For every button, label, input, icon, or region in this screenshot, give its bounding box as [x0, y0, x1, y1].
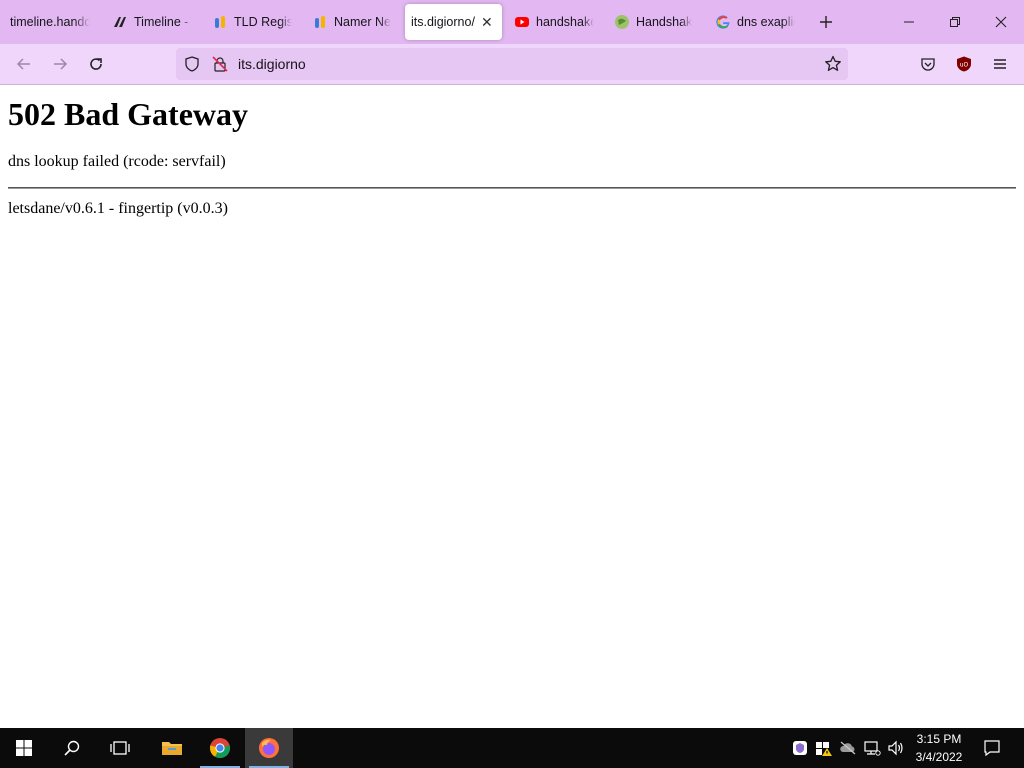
tab-label: Timeline - |: [134, 15, 192, 29]
connection-warning-icon[interactable]: [212, 56, 228, 77]
tab-label: TLD Regist: [234, 15, 292, 29]
google-icon: [715, 14, 731, 30]
server-signature: letsdane/v0.6.1 - fingertip (v0.0.3): [8, 200, 228, 217]
forward-button[interactable]: [46, 50, 74, 78]
page-content: 502 Bad Gateway dns lookup failed (rcode…: [8, 85, 1016, 219]
tab-label: Handshak: [636, 15, 693, 29]
windows-security-warning-icon[interactable]: [814, 738, 834, 758]
tab-label: its.digiorno/: [411, 15, 475, 29]
tab-label: timeline.handd: [10, 15, 90, 29]
close-tab-icon[interactable]: ✕: [481, 14, 493, 31]
tab-timeline[interactable]: Timeline - |: [106, 4, 198, 40]
file-explorer-button[interactable]: [148, 728, 196, 768]
task-view-button[interactable]: [96, 728, 144, 768]
tab-tld-regist[interactable]: TLD Regist: [206, 4, 298, 40]
plus-icon: [820, 16, 832, 28]
new-tab-button[interactable]: [812, 8, 840, 36]
clock-date: 3/4/2022: [915, 750, 963, 764]
file-explorer-icon: [162, 742, 182, 755]
onedrive-offline-icon[interactable]: [838, 738, 858, 758]
tab-label: handshake: [536, 15, 594, 29]
firefox-button[interactable]: [245, 728, 293, 768]
notification-icon: [984, 740, 1000, 757]
pocket-icon: [921, 58, 935, 71]
tab-handshake-youtube[interactable]: handshake: [508, 4, 600, 40]
url-text[interactable]: its.digiorno: [238, 48, 306, 80]
pocket-button[interactable]: [914, 50, 942, 78]
restore-icon: [950, 17, 960, 27]
error-heading: 502 Bad Gateway: [8, 96, 248, 132]
reload-icon: [90, 58, 102, 70]
ublock-button[interactable]: uO: [950, 50, 978, 78]
chrome-icon: [209, 738, 231, 759]
tab-dns-exaplin[interactable]: dns exaplin: [709, 4, 801, 40]
action-center-button[interactable]: [982, 738, 1002, 758]
restore-button[interactable]: [932, 0, 978, 44]
tab-label: dns exaplin: [737, 15, 795, 29]
tab-strip: timeline.handd Timeline - | TLD Regist N…: [0, 0, 1024, 44]
navigation-toolbar: its.digiorno uO: [0, 44, 1024, 84]
back-button[interactable]: [10, 50, 38, 78]
search-icon: [64, 740, 80, 756]
namer-logo-icon: [212, 14, 228, 30]
windows-start-icon: [16, 740, 32, 756]
system-clock[interactable]: 3:15 PM 3/4/2022: [902, 730, 976, 766]
hamburger-menu-icon: [994, 59, 1006, 69]
tab-its-digiorno[interactable]: its.digiorno/ ✕: [405, 4, 502, 40]
tray-app-icon[interactable]: [790, 738, 810, 758]
firefox-icon: [259, 738, 279, 758]
timeline-logo-icon: [112, 14, 128, 30]
network-icon[interactable]: [862, 738, 882, 758]
start-button[interactable]: [0, 728, 48, 768]
youtube-icon: [514, 14, 530, 30]
tab-handshak[interactable]: Handshak: [608, 4, 700, 40]
reload-button[interactable]: [82, 50, 110, 78]
tab-namer-ne[interactable]: Namer Ne: [306, 4, 398, 40]
taskbar-search-button[interactable]: [48, 728, 96, 768]
minimize-button[interactable]: [886, 0, 932, 44]
namer-logo-icon: [312, 14, 328, 30]
windows-taskbar: 3:15 PM 3/4/2022: [0, 728, 1024, 768]
globe-icon: [614, 14, 630, 30]
bookmark-star-icon[interactable]: [824, 55, 842, 78]
shield-icon[interactable]: [184, 56, 200, 77]
close-window-button[interactable]: [978, 0, 1024, 44]
close-icon: [995, 16, 1007, 28]
horizontal-rule: [8, 187, 1016, 189]
back-arrow-icon: [16, 58, 30, 70]
tab-label: Namer Ne: [334, 15, 391, 29]
minimize-icon: [904, 21, 914, 23]
chrome-button[interactable]: [196, 728, 244, 768]
menu-button[interactable]: [986, 50, 1014, 78]
task-view-icon: [110, 741, 130, 755]
clock-time: 3:15 PM: [916, 732, 962, 746]
error-message: dns lookup failed (rcode: servfail): [8, 153, 226, 170]
address-bar[interactable]: its.digiorno: [176, 48, 848, 80]
tab-timeline-handd[interactable]: timeline.handd: [4, 4, 96, 40]
ublock-origin-icon: uO: [957, 56, 971, 72]
forward-arrow-icon: [54, 58, 68, 70]
svg-text:uO: uO: [960, 62, 969, 69]
